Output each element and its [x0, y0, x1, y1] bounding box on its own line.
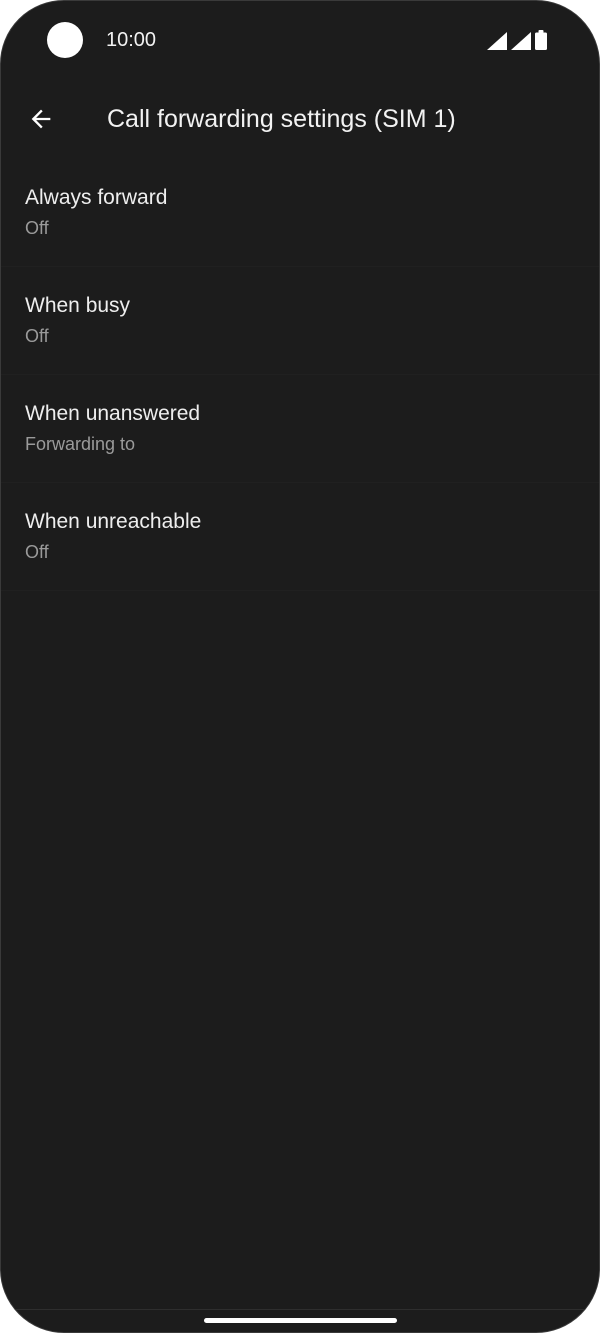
arrow-back-icon: [31, 109, 51, 129]
gesture-navigation-bar: [1, 1309, 599, 1332]
setting-title: Always forward: [25, 186, 168, 209]
setting-title: When unreachable: [25, 510, 202, 533]
status-icons: [487, 28, 547, 50]
setting-summary: Off: [25, 326, 49, 346]
setting-title: When busy: [25, 294, 131, 317]
status-bar: 10:00: [1, 1, 599, 79]
front-camera-cutout: [47, 22, 83, 58]
signal-sim2-icon: [511, 32, 531, 50]
setting-always-forward[interactable]: Always forward Off: [1, 159, 599, 267]
setting-when-busy[interactable]: When busy Off: [1, 267, 599, 375]
setting-when-unanswered[interactable]: When unanswered Forwarding to: [1, 375, 599, 483]
setting-summary: Off: [25, 218, 49, 238]
signal-sim1-icon: [487, 32, 507, 50]
back-button[interactable]: [17, 95, 65, 143]
battery-icon: [535, 30, 547, 50]
app-bar: Call forwarding settings (SIM 1): [1, 83, 599, 155]
setting-summary: Forwarding to: [25, 434, 136, 454]
status-time: 10:00: [106, 29, 157, 51]
call-forwarding-list: Always forward Off When busy Off When un…: [1, 159, 599, 591]
setting-when-unreachable[interactable]: When unreachable Off: [1, 483, 599, 591]
setting-title: When unanswered: [25, 402, 201, 425]
page-title: Call forwarding settings (SIM 1): [107, 105, 456, 133]
setting-summary: Off: [25, 542, 49, 562]
phone-screen: 10:00 Call forwarding settings (SIM 1) A…: [0, 0, 600, 1333]
home-indicator[interactable]: [204, 1318, 397, 1323]
